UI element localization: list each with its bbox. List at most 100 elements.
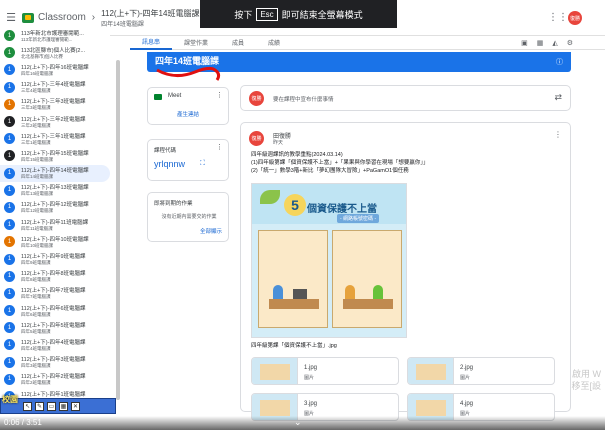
tab-0[interactable]: 訊息串: [130, 36, 173, 50]
sidebar-item-sub: 四年2班電腦課: [21, 380, 51, 386]
class-code-label: 課程代碼: [154, 148, 177, 154]
video-player-bar: [0, 416, 605, 430]
sidebar-item-class[interactable]: 1 113北區縣市)個人比賽(2... 北北基縣市)個人比賽: [0, 44, 110, 61]
post-date: 昨天: [273, 140, 284, 146]
watermark-line: 啟用 W: [572, 369, 601, 379]
chevron-down-icon[interactable]: ⌄: [294, 417, 302, 428]
breadcrumb[interactable]: 112(上+下)-四年14班電腦課 四年14班電腦課: [101, 8, 199, 28]
sidebar-item-class[interactable]: 1 112(上+下)-四年4班電腦課 四年4班電腦課: [0, 336, 110, 353]
sidebar-item-sub: 四年10班電腦課: [21, 242, 54, 248]
class-badge: 1: [4, 322, 15, 334]
sidebar-item-label: 112(上+下)-四年16班電腦課: [21, 64, 89, 71]
sidebar-item-class[interactable]: 1 112(上+下)-三年4班電腦課 三年4班電腦課: [0, 79, 110, 96]
sidebar-item-text: 112(上+下)-四年12班電腦課 四年12班電腦課: [21, 200, 89, 214]
sidebar-item-class[interactable]: 1 112(上+下)-四年12班電腦課 四年12班電腦課: [0, 199, 110, 216]
sidebar-item-sub: 四年12班電腦課: [21, 208, 54, 214]
calendar-icon[interactable]: ▦: [537, 39, 544, 47]
repost-icon[interactable]: ⇄: [554, 92, 562, 103]
more-vert-icon[interactable]: ⋮: [216, 143, 223, 151]
sidebar-item-class[interactable]: 1 112(上+下)-三年3班電腦課 三年3班電腦課: [0, 96, 110, 113]
pen-icon[interactable]: ✎: [35, 401, 44, 411]
sidebar-item-class[interactable]: 1 113年新北市護理審閱範... 113年新北市護理審閱範...: [0, 27, 110, 44]
pointer-icon[interactable]: ↖: [23, 401, 32, 411]
classroom-logo-icon[interactable]: [22, 12, 34, 23]
attachment-name: 1.jpg: [304, 365, 318, 371]
settings-icon[interactable]: ⚙: [567, 39, 573, 47]
class-sidebar: 1 113年新北市護理審閱範... 113年新北市護理審閱範... 1 113北區縣市)…: [0, 27, 110, 407]
sidebar-item-class[interactable]: 1 112(上+下)-四年11班電腦課 四年11班電腦課: [0, 216, 110, 233]
poster-title: 個資保護不上當: [307, 204, 377, 215]
sidebar-item-text: 112(上+下)-四年13班電腦課 四年13班電腦課: [21, 183, 89, 197]
sidebar-item-class[interactable]: 1 112(上+下)-三年1班電腦課 三年1班電腦課: [0, 130, 110, 147]
meet-label: Meet: [168, 93, 182, 99]
meet-icon: [154, 94, 162, 100]
drive-folder-icon[interactable]: ◭: [552, 39, 557, 47]
view-all-link[interactable]: 全部顯示: [200, 227, 222, 235]
class-badge: 1: [4, 339, 15, 351]
app-name[interactable]: Classroom: [38, 12, 86, 23]
sidebar-item-text: 112(上+下)-四年3班電腦課 四年3班電腦課: [21, 355, 86, 369]
post-body-line: (2)「統一」數學3階+新比「夢幻團隊大冒險」+PaGamO1個任務: [251, 168, 409, 174]
close-icon[interactable]: ✕: [71, 401, 80, 411]
tab-3[interactable]: 成績: [256, 36, 292, 50]
info-icon[interactable]: ⓘ: [556, 57, 563, 67]
sidebar-item-text: 112(上+下)-四年16班電腦課 四年16班電腦課: [21, 63, 89, 77]
announce-box[interactable]: 復勝 要在課程中宣布什麼事情 ⇄: [240, 85, 571, 111]
watermark-line: 移至[設: [571, 381, 601, 391]
sidebar-item-class[interactable]: 1 112(上+下)-四年14班電腦課 四年14班電腦課: [0, 164, 110, 182]
post-body-line: 四年級週課訊的教學重點(2024.03.14): [251, 152, 343, 158]
eraser-icon[interactable]: ▭: [47, 401, 56, 411]
sidebar-item-sub: 四年8班電腦課: [21, 277, 51, 283]
sidebar-item-text: 112(上+下)-四年11班電腦課 四年11班電腦課: [21, 218, 88, 232]
sidebar-item-sub: 三年4班電腦課: [21, 88, 51, 94]
grid-icon[interactable]: ▦: [59, 401, 68, 411]
sidebar-scrollbar[interactable]: [116, 60, 120, 400]
announce-placeholder[interactable]: 要在課程中宣布什麼事情: [273, 95, 334, 103]
tab-1[interactable]: 課堂作業: [172, 36, 220, 50]
esc-key-label: Esc: [256, 7, 278, 21]
sidebar-item-class[interactable]: 1 112(上+下)-四年13班電腦課 四年13班電腦課: [0, 182, 110, 199]
account-avatar[interactable]: 復勝: [568, 11, 582, 25]
sidebar-item-sub: 四年15班電腦課: [21, 156, 54, 162]
more-vert-icon[interactable]: ⋮: [554, 130, 562, 139]
class-badge: 1: [4, 150, 15, 162]
class-badge: 1: [4, 287, 15, 299]
sidebar-item-label: 112(上+下)-三年2班電腦課: [21, 116, 86, 123]
sidebar-item-class[interactable]: 1 112(上+下)-四年8班電腦課 四年8班電腦課: [0, 268, 110, 285]
sidebar-item-class[interactable]: 1 112(上+下)-三年2班電腦課 三年2班電腦課: [0, 113, 110, 130]
sidebar-item-class[interactable]: 1 112(上+下)-四年3班電腦課 四年3班電腦課: [0, 354, 110, 371]
apps-grid-icon[interactable]: ⋮⋮: [548, 12, 568, 23]
sidebar-item-class[interactable]: 1 112(上+下)-四年2班電腦課 四年2班電腦課: [0, 371, 110, 388]
more-vert-icon[interactable]: ⋮: [216, 91, 223, 99]
fullscreen-icon[interactable]: ⛶: [200, 160, 205, 168]
post-body: 四年級週課訊的教學重點(2024.03.14) (1)四年級第課「個資保護不上當…: [251, 151, 561, 175]
google-calendar-icon[interactable]: ▣: [521, 39, 528, 47]
sidebar-item-sub: 三年1班電腦課: [21, 139, 51, 145]
person-figure: [373, 285, 383, 299]
poster-scene-right: [332, 230, 402, 328]
class-title: 112(上+下)-四年14班電腦課: [101, 8, 200, 18]
sidebar-item-label: 112(上+下)-四年11班電腦課: [21, 219, 89, 226]
sidebar-item-text: 113北區縣市)個人比賽(2... 北北基縣市)個人比賽: [21, 46, 85, 60]
sidebar-item-class[interactable]: 1 112(上+下)-四年10班電腦課 四年10班電腦課: [0, 233, 110, 250]
poster-image[interactable]: 5 個資保護不上當 - 網路帳號密碼 -: [251, 183, 407, 338]
sidebar-item-sub: 四年13班電腦課: [21, 191, 54, 197]
desk-shape: [269, 299, 319, 309]
sidebar-item-class[interactable]: 1 112(上+下)-四年5班電腦課 四年5班電腦課: [0, 319, 110, 336]
tab-2[interactable]: 成員: [220, 36, 256, 50]
poster-caption[interactable]: 四年級第課「個資保護不上當」.jpg: [251, 341, 337, 349]
sidebar-item-class[interactable]: 1 112(上+下)-四年16班電腦課 四年16班電腦課: [0, 61, 110, 78]
sidebar-item-label: 112(上+下)-四年14班電腦課: [21, 168, 89, 175]
attachment-1[interactable]: 1.jpg 圖片: [251, 357, 399, 385]
sidebar-item-class[interactable]: 1 112(上+下)-四年7班電腦課 四年7班電腦課: [0, 285, 110, 302]
sidebar-item-text: 112(上+下)-四年6班電腦課 四年6班電腦課: [21, 304, 86, 318]
sidebar-item-class[interactable]: 1 112(上+下)-四年15班電腦課 四年15班電腦課: [0, 147, 110, 164]
meet-generate-link-button[interactable]: 產生連結: [148, 110, 228, 118]
class-badge: 1: [4, 305, 15, 317]
sidebar-item-class[interactable]: 1 112(上+下)-四年9班電腦課 四年9班電腦課: [0, 250, 110, 267]
sidebar-item-label: 112(上+下)-四年10班電腦課: [21, 236, 89, 243]
sidebar-item-class[interactable]: 1 112(上+下)-四年6班電腦課 四年6班電腦課: [0, 302, 110, 319]
breadcrumb-separator: ›: [91, 12, 96, 23]
attachment-2[interactable]: 2.jpg 圖片: [407, 357, 555, 385]
sidebar-item-sub: 四年14班電腦課: [21, 174, 54, 180]
